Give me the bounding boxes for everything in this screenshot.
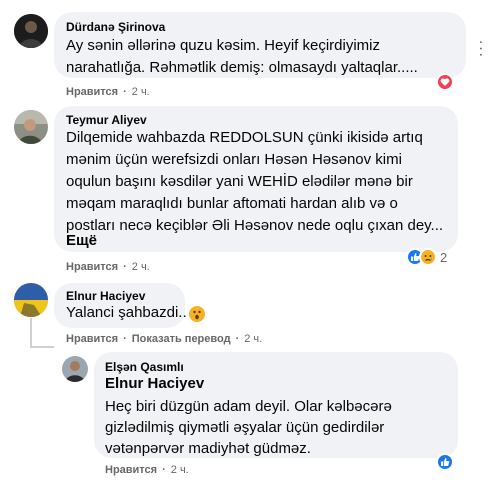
reaction-count: 2	[440, 249, 448, 265]
like-link[interactable]: Нравится	[66, 333, 118, 345]
sad-reaction-icon	[419, 248, 437, 266]
like-reaction-icon	[436, 453, 454, 471]
avatar[interactable]	[62, 356, 88, 382]
comment-text-line: Ay sənin əllərinə quzu kəsim. Heyif keçi…	[66, 37, 381, 54]
reaction-summary[interactable]	[187, 304, 207, 324]
comment-author[interactable]: Dürdanə Şirinova	[66, 20, 165, 34]
comment-author[interactable]: Elşən Qasımlı	[105, 360, 184, 374]
comment-text-line: narahatlığa. Rəhmətlik demiş: olmasaydı …	[66, 59, 418, 76]
reaction-summary[interactable]	[436, 453, 454, 471]
comment-actions: Нравится · 2 ч.	[66, 261, 150, 273]
comment-author[interactable]: Teymur Aliyev	[66, 113, 147, 127]
avatar[interactable]	[14, 283, 48, 317]
comment-actions: Нравится · 2 ч.	[105, 464, 189, 476]
love-reaction-icon	[436, 73, 454, 91]
mention-tag[interactable]: Elnur Haciyev	[105, 375, 204, 392]
timestamp[interactable]: 2 ч.	[171, 464, 189, 476]
comment-text-line: gizlədilmiş qiymətli əşyalar üçün gedird…	[105, 419, 385, 436]
wow-reaction-icon	[187, 304, 207, 324]
reply-thread-line	[30, 346, 54, 348]
like-link[interactable]: Нравится	[105, 464, 157, 476]
reply-thread-line	[30, 318, 32, 348]
see-more-link[interactable]: Ещё	[66, 230, 97, 252]
comment-text-line: Yalanci şahbazdi...	[66, 304, 191, 321]
profile-photo-icon	[62, 356, 88, 382]
comment-text-line: vətənpərvər madiyhət güdməz.	[105, 440, 311, 457]
avatar[interactable]	[14, 110, 48, 144]
comment-text-line: mənim üçün werefsizdi onları Həsən Həsən…	[66, 151, 402, 168]
profile-photo-icon	[14, 14, 48, 48]
comment-text-line: Dilqemide wahbazda REDDOLSUN çünki ikisi…	[66, 129, 423, 146]
comment-author[interactable]: Elnur Haciyev	[66, 289, 145, 303]
timestamp[interactable]: 2 ч.	[244, 333, 262, 345]
more-options-icon[interactable]: ···	[471, 40, 489, 59]
comment-text-line: məqam maraqlıdı bunlar aftomati hardan a…	[66, 195, 398, 212]
comment-text-line: Heç biri düzgün adam deyil. Olar kəlbəcə…	[105, 398, 392, 415]
comment-actions: Нравится · 2 ч.	[66, 86, 150, 98]
comment-text-line: oqulun başını kəsdilər yani WEHİD elədil…	[66, 173, 413, 190]
profile-photo-icon	[14, 110, 48, 144]
comment-text-line: postları necə keçiblər Əli Həsənov nede …	[66, 217, 444, 234]
like-link[interactable]: Нравится	[66, 261, 118, 273]
avatar[interactable]	[14, 14, 48, 48]
timestamp[interactable]: 2 ч.	[132, 261, 150, 273]
reaction-summary[interactable]	[436, 73, 454, 91]
timestamp[interactable]: 2 ч.	[132, 86, 150, 98]
show-translation-link[interactable]: Показать перевод	[132, 333, 231, 345]
profile-photo-icon	[14, 283, 48, 317]
reaction-summary[interactable]: 2	[406, 248, 447, 266]
comment-actions: Нравится · Показать перевод · 2 ч.	[66, 333, 263, 345]
like-link[interactable]: Нравится	[66, 86, 118, 98]
